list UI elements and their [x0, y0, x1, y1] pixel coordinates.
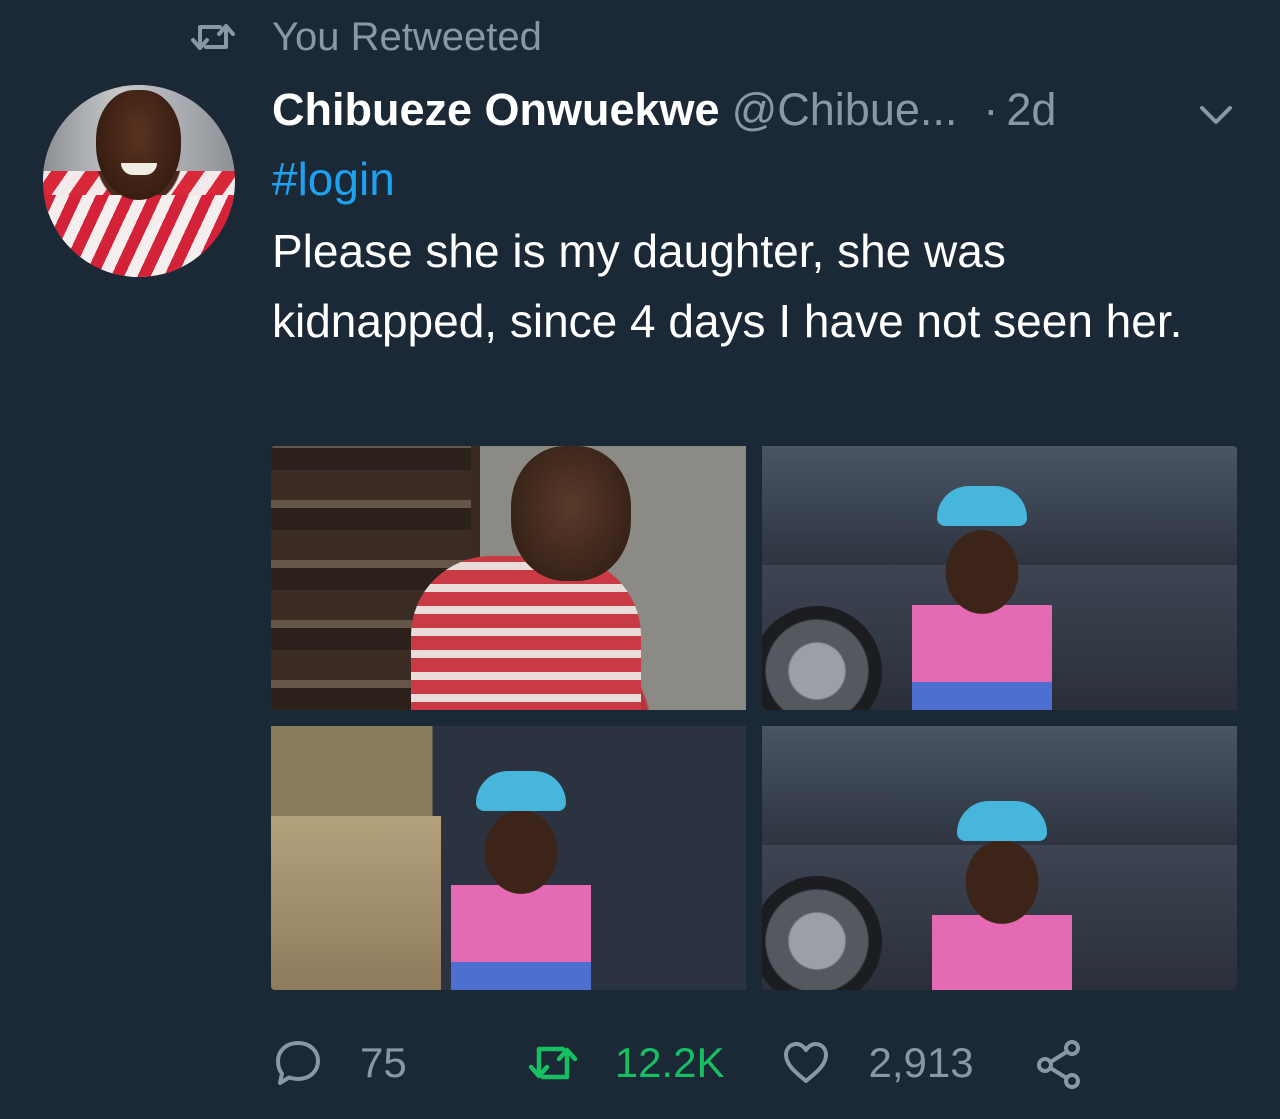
reply-count: 75 — [360, 1039, 407, 1086]
separator-dot: · — [983, 84, 999, 135]
share-button[interactable] — [1034, 1037, 1086, 1089]
avatar[interactable] — [43, 85, 235, 277]
reply-icon — [276, 1041, 320, 1085]
author-name[interactable]: Chibueze Onwuekwe — [272, 84, 720, 136]
photo-girl-by-car-outdoor[interactable] — [271, 726, 746, 990]
retweet-icon — [528, 1046, 577, 1080]
like-button[interactable]: 2,913 — [780, 1037, 974, 1089]
photo-girl-by-car[interactable] — [762, 446, 1237, 710]
retweet-context: You Retweeted — [190, 12, 542, 62]
media-grid — [271, 446, 1237, 990]
hashtag-link[interactable]: #login — [272, 148, 395, 210]
tweet-header: Chibueze Onwuekwe @Chibue... · 2d — [272, 78, 1056, 142]
heart-icon — [784, 1042, 829, 1083]
retweet-button[interactable]: 12.2K — [527, 1037, 725, 1089]
retweet-icon — [191, 24, 235, 50]
tweet-text: Please she is my daughter, she was kidna… — [272, 225, 1183, 347]
tweet-time[interactable]: 2d — [1006, 84, 1056, 136]
photo-boy-striped-shirt[interactable] — [271, 446, 746, 710]
retweet-count: 12.2K — [614, 1039, 725, 1086]
chevron-down-icon[interactable] — [1196, 100, 1236, 130]
like-count: 2,913 — [868, 1039, 974, 1086]
reply-button[interactable]: 75 — [272, 1037, 407, 1089]
share-icon — [1036, 1040, 1080, 1089]
author-handle[interactable]: @Chibue... — [732, 84, 958, 136]
retweet-context-label: You Retweeted — [272, 14, 542, 59]
photo-girl-by-car-wave[interactable] — [762, 726, 1237, 990]
tweet-actions: 75 12.2K 2,913 — [272, 1034, 1086, 1092]
